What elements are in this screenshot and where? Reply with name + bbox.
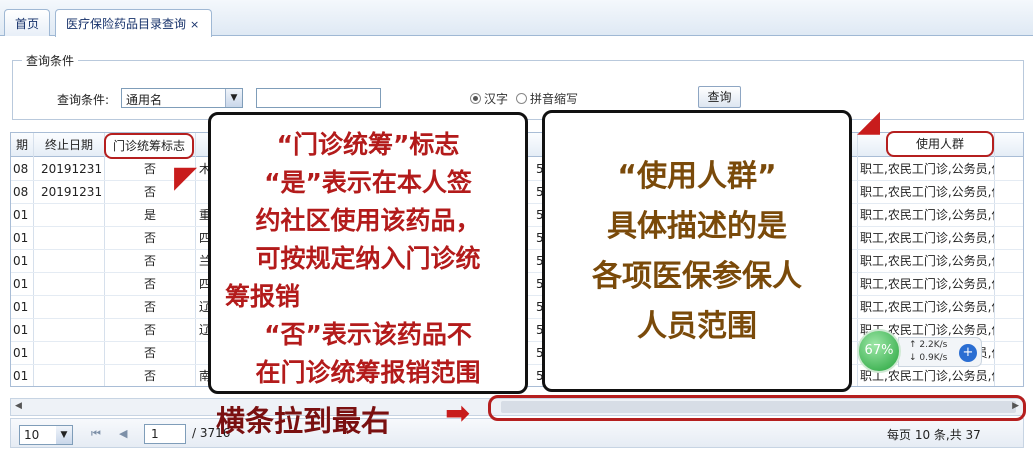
cell-user-group: 职工,农民工门诊,公务员,保... <box>860 254 994 268</box>
radio-dot-icon <box>516 93 527 104</box>
download-speed: ↓ 0.9K/s <box>909 353 948 363</box>
cell-outpatient-flag: 否 <box>143 346 156 360</box>
query-keyword-input[interactable] <box>256 88 381 108</box>
cell-period: 01 <box>13 254 29 268</box>
cell-user-group: 职工,农民工门诊,公务员,保... <box>860 231 994 245</box>
callout-line: 在门诊统筹报销范围 <box>255 358 481 387</box>
radio-pinyin[interactable]: 拼音缩写 <box>516 90 578 107</box>
page-info: 每页 10 条,共 37 <box>887 428 981 442</box>
highlight-flag-column: 门诊统筹标志 <box>104 133 194 159</box>
header-end-date[interactable]: 终止日期 <box>34 133 104 157</box>
callout-line: 筹报销 <box>225 282 301 311</box>
arrow-to-user-group-icon: ◢ <box>857 104 881 139</box>
radio-hanzi-label: 汉字 <box>484 92 509 106</box>
caption-drag-scrollbar: 横条拉到最右 <box>216 404 391 438</box>
cell-outpatient-flag: 否 <box>143 254 156 268</box>
cell-period: 01 <box>13 231 29 245</box>
tab-drug-catalog-query[interactable]: 医疗保险药品目录查询 × <box>55 9 212 37</box>
callout-outpatient-flag: “门诊统筹”标志 “是”表示在本人签 约社区使用该药品， 可按规定纳入门诊统 筹… <box>208 112 528 394</box>
radio-dot-icon <box>470 93 481 104</box>
cell-user-group: 职工,农民工门诊,公务员,保... <box>860 185 994 199</box>
page-size-select[interactable]: 10 ▼ <box>19 425 73 445</box>
cell-user-group: 职工,农民工门诊,公务员,保... <box>860 300 994 314</box>
callout-line: 约社区使用该药品， <box>255 206 481 235</box>
query-button[interactable]: 查询 <box>698 86 741 108</box>
callout-line: 具体描述的是 <box>607 209 787 244</box>
callout-line: “使用人群” <box>617 159 777 194</box>
tab-home[interactable]: 首页 <box>4 9 50 36</box>
query-condition-select[interactable]: 通用名 ▼ <box>121 88 243 108</box>
radio-hanzi[interactable]: 汉字 <box>470 90 508 107</box>
callout-line: “否”表示该药品不 <box>264 320 472 349</box>
cell-period: 01 <box>13 277 29 291</box>
pagination-bar: 10 ▼ ⏮ ◀ 1 / 3716 每页 10 条,共 37 <box>10 418 1024 448</box>
arrow-right-icon: ➡ <box>445 396 471 431</box>
cell-outpatient-flag: 否 <box>143 369 156 383</box>
network-monitor-panel[interactable]: ↑ 2.2K/s ↓ 0.9K/s + <box>898 337 982 367</box>
cell-outpatient-flag: 否 <box>143 277 156 291</box>
page-number-input[interactable]: 1 <box>144 424 186 444</box>
plus-icon[interactable]: + <box>959 344 977 362</box>
cell-user-group: 职工,农民工门诊,公务员,保... <box>860 277 994 291</box>
callout-user-group: “使用人群” 具体描述的是 各项医保参保人 人员范围 <box>542 110 852 392</box>
upload-speed: ↑ 2.2K/s <box>909 340 948 350</box>
tab-home-label: 首页 <box>15 17 40 31</box>
scroll-left-icon[interactable]: ◀ <box>15 401 22 411</box>
cell-period: 01 <box>13 346 29 360</box>
cell-outpatient-flag: 是 <box>143 208 156 222</box>
cell-period: 08 <box>13 162 29 176</box>
cell-user-group: 职工,农民工门诊,公务员,保... <box>860 208 994 222</box>
callout-line: “门诊统筹”标志 <box>276 130 460 159</box>
first-page-icon[interactable]: ⏮ <box>91 427 101 441</box>
close-icon[interactable]: × <box>190 18 199 31</box>
query-condition-value: 通用名 <box>126 93 163 107</box>
callout-line: 可按规定纳入门诊统 <box>255 244 481 273</box>
highlight-user-group-column: 使用人群 <box>886 131 994 157</box>
cell-user-group: 职工,农民工门诊,公务员,保... <box>860 162 994 176</box>
prev-page-icon[interactable]: ◀ <box>119 427 127 440</box>
cell-period: 01 <box>13 208 29 222</box>
arrow-to-flag-icon: ◤ <box>174 160 198 195</box>
cell-outpatient-flag: 否 <box>143 300 156 314</box>
chevron-down-icon[interactable]: ▼ <box>225 89 242 107</box>
tab-bar: 首页 医疗保险药品目录查询 × <box>0 0 1033 37</box>
callout-line: 人员范围 <box>637 309 757 344</box>
callout-line: “是”表示在本人签 <box>264 168 472 197</box>
cell-period: 01 <box>13 369 29 383</box>
network-monitor-ball[interactable]: 67% <box>857 329 901 373</box>
tab-drug-catalog-label: 医疗保险药品目录查询 <box>66 17 187 31</box>
cell-outpatient-flag: 否 <box>143 323 156 337</box>
cell-end-date: 20191231 <box>41 162 103 176</box>
query-condition-label: 查询条件: <box>57 93 110 107</box>
cell-period: 01 <box>13 323 29 337</box>
cell-period: 01 <box>13 300 29 314</box>
chevron-down-icon[interactable]: ▼ <box>56 426 72 444</box>
page-size-value: 10 <box>24 428 40 442</box>
cell-outpatient-flag: 否 <box>143 231 156 245</box>
header-period[interactable]: 期 <box>11 133 33 157</box>
radio-pinyin-label: 拼音缩写 <box>530 92 579 106</box>
highlight-scrollbar <box>488 395 1026 421</box>
callout-line: 各项医保参保人 <box>592 259 802 294</box>
cell-end-date: 20191231 <box>41 185 103 199</box>
cell-period: 08 <box>13 185 29 199</box>
query-legend: 查询条件 <box>22 52 79 69</box>
